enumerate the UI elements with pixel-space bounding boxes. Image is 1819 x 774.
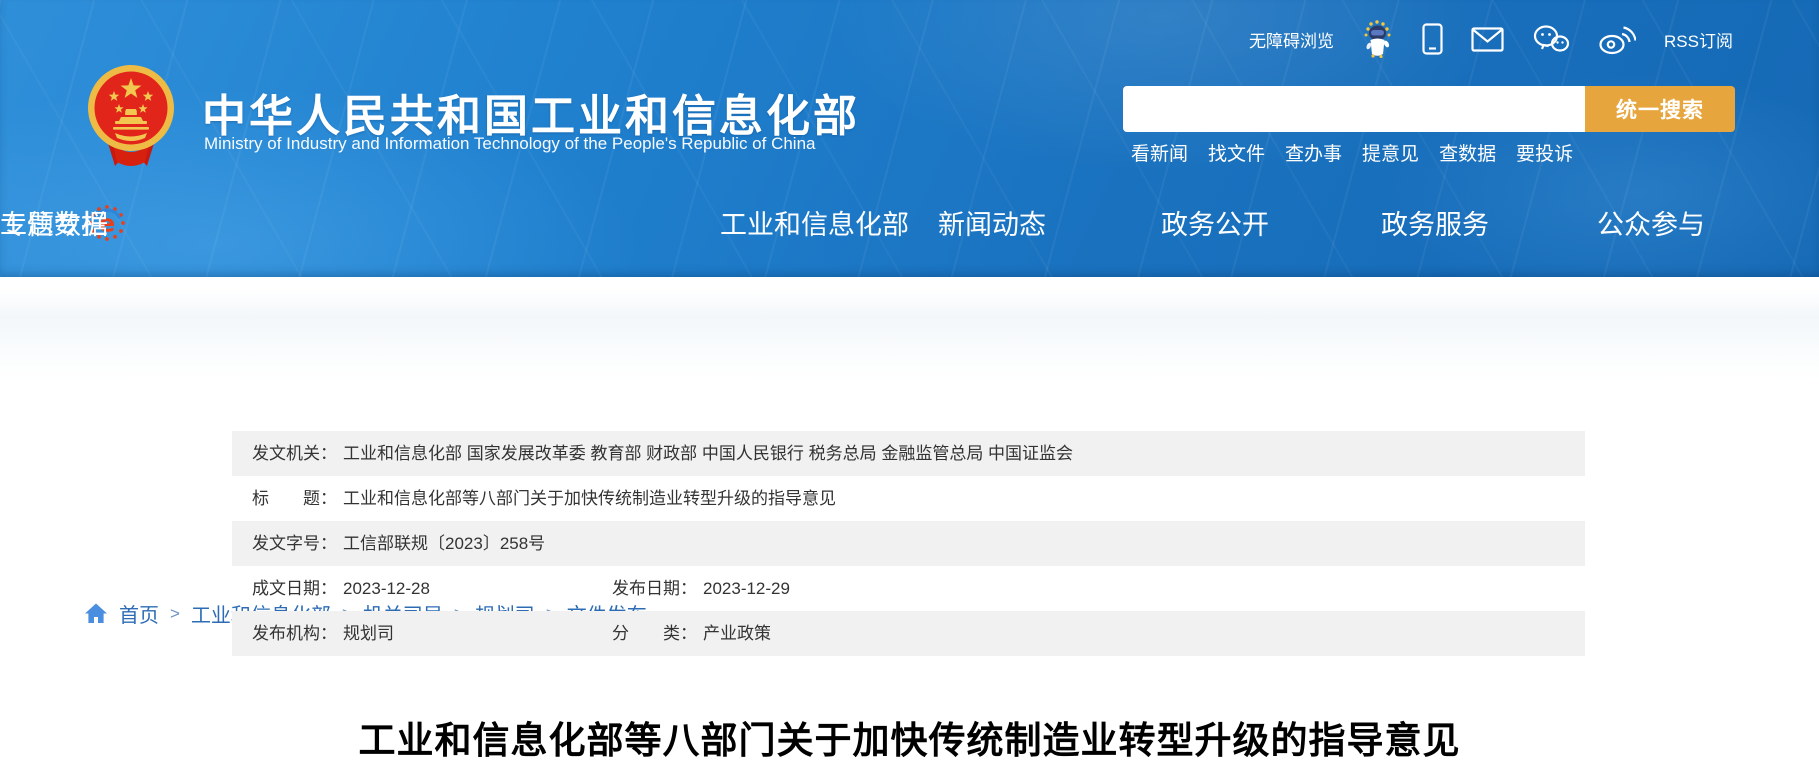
- site-title-en: Ministry of Industry and Information Tec…: [204, 134, 816, 154]
- table-row-dates: 成文日期： 2023-12-28 发布日期： 2023-12-29: [232, 566, 1585, 611]
- quick-link-news[interactable]: 看新闻: [1131, 139, 1188, 166]
- doc-number-value: 工信部联规〔2023〕258号: [343, 534, 545, 553]
- issuing-org-value: 工业和信息化部 国家发展改革委 教育部 财政部 中国人民银行 税务总局 金融监管…: [343, 444, 1073, 463]
- table-row-doc-number: 发文字号： 工信部联规〔2023〕258号: [232, 521, 1585, 566]
- breadcrumb-separator: >: [170, 603, 180, 624]
- accessibility-link[interactable]: 无障碍浏览: [1249, 27, 1334, 52]
- quick-link-complaint[interactable]: 要投诉: [1516, 139, 1573, 166]
- national-emblem-logo: [85, 64, 177, 168]
- doc-number-label: 发文字号：: [252, 534, 337, 553]
- utility-bar: 无障碍浏览: [1249, 20, 1733, 58]
- quick-link-data[interactable]: 查数据: [1439, 139, 1496, 166]
- weibo-icon[interactable]: [1598, 24, 1636, 55]
- document-meta-table: 发文机关： 工业和信息化部 国家发展改革委 教育部 财政部 中国人民银行 税务总局…: [232, 431, 1585, 656]
- table-row-title: 标 题： 工业和信息化部等八部门关于加快传统制造业转型升级的指导意见: [232, 476, 1585, 521]
- quick-link-documents[interactable]: 找文件: [1208, 139, 1265, 166]
- publish-org-label: 发布机构：: [252, 624, 337, 643]
- category-cell: 分 类： 产业政策: [612, 611, 771, 656]
- breadcrumb-home[interactable]: 首页: [119, 599, 159, 628]
- category-value: 产业政策: [703, 624, 771, 643]
- unified-search-button[interactable]: 统一搜索: [1585, 86, 1735, 132]
- page: 无障碍浏览: [0, 0, 1819, 774]
- table-row-org-category: 发布机构： 规划司 分 类： 产业政策: [232, 611, 1585, 656]
- site-header: 无障碍浏览: [0, 0, 1819, 277]
- publish-date-value: 2023-12-29: [703, 579, 790, 598]
- category-label: 分 类：: [612, 624, 697, 643]
- written-date-label: 成文日期：: [252, 579, 337, 598]
- nav-item-gov-services[interactable]: 政务服务: [1381, 203, 1489, 242]
- table-row-issuing-org: 发文机关： 工业和信息化部 国家发展改革委 教育部 财政部 中国人民银行 税务总局…: [232, 431, 1585, 476]
- home-icon[interactable]: [84, 602, 108, 625]
- nav-item-miit[interactable]: 工业和信息化部: [720, 203, 909, 242]
- doc-title-value: 工业和信息化部等八部门关于加快传统制造业转型升级的指导意见: [343, 489, 836, 508]
- robot-assistant-icon[interactable]: [1362, 20, 1394, 58]
- rss-link[interactable]: RSS订阅: [1664, 27, 1733, 52]
- nav-item-news[interactable]: 新闻动态: [938, 203, 1046, 242]
- mail-icon[interactable]: [1471, 27, 1504, 52]
- nav-item-special-topics[interactable]: 专题专栏: [0, 203, 108, 242]
- written-date-value: 2023-12-28: [343, 579, 430, 598]
- publish-org-value: 规划司: [343, 624, 394, 643]
- mobile-version-icon[interactable]: [1422, 23, 1443, 55]
- nav-item-public-participation[interactable]: 公众参与: [1597, 203, 1705, 242]
- publish-date-label: 发布日期：: [612, 579, 697, 598]
- breadcrumb-section: 首页 > 工业和信息化部 > 机关司局 > 规划司 > 文件发布: [0, 277, 1819, 382]
- search-input[interactable]: [1123, 86, 1585, 132]
- quick-links: 看新闻 找文件 查办事 提意见 查数据 要投诉: [1131, 139, 1573, 166]
- quick-link-services[interactable]: 查办事: [1285, 139, 1342, 166]
- wechat-icon[interactable]: [1532, 24, 1570, 55]
- doc-title-label: 标 题：: [252, 489, 337, 508]
- issuing-org-label: 发文机关：: [252, 444, 337, 463]
- publish-date-cell: 发布日期： 2023-12-29: [612, 566, 790, 611]
- quick-link-feedback[interactable]: 提意见: [1362, 139, 1419, 166]
- document-title: 工业和信息化部等八部门关于加快传统制造业转型升级的指导意见: [0, 710, 1819, 764]
- nav-item-gov-disclosure[interactable]: 政务公开: [1161, 203, 1269, 242]
